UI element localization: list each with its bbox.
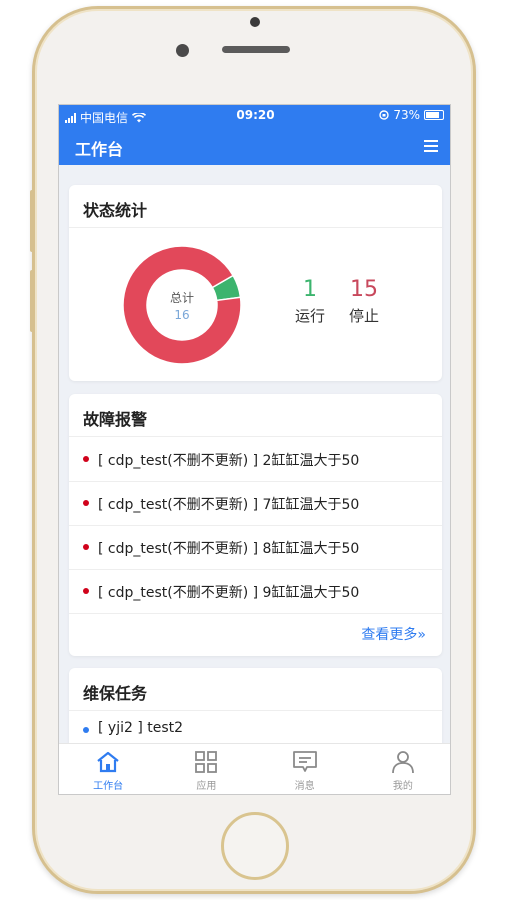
alarm-divider-4 [69, 613, 442, 614]
alarm-item[interactable]: [ cdp_test(不删不更新) ] 9缸缸温大于50 [69, 569, 442, 613]
page-title: 工作台 [75, 140, 124, 159]
alarm-item-text: [ cdp_test(不删不更新) ] 8缸缸温大于50 [98, 541, 360, 557]
alarm-card: 故障报警 [ cdp_test(不删不更新) ] 2缸缸温大于50 [ cdp_… [69, 394, 442, 656]
battery-icon [424, 110, 444, 120]
alarm-item[interactable]: [ cdp_test(不删不更新) ] 7缸缸温大于50 [69, 481, 442, 525]
alarm-item-text: [ cdp_test(不删不更新) ] 2缸缸温大于50 [98, 453, 360, 469]
alarm-item-text: [ cdp_test(不删不更新) ] 9缸缸温大于50 [98, 585, 360, 601]
status-card-divider [69, 227, 442, 228]
alarm-dot-icon [83, 588, 89, 594]
view-more-link[interactable]: 查看更多» [361, 624, 426, 644]
earpiece-speaker [222, 46, 290, 53]
alarm-card-title: 故障报警 [83, 410, 148, 429]
running-count: 1 [303, 277, 317, 302]
grid-icon [195, 751, 218, 773]
front-camera [176, 44, 189, 57]
rotation-lock-icon [379, 110, 390, 120]
user-icon [391, 751, 414, 774]
battery-percent: 73% [393, 108, 420, 122]
volume-up-button [30, 190, 35, 252]
message-icon [292, 751, 317, 772]
alarm-dot-icon [83, 544, 89, 550]
front-sensor [250, 17, 260, 27]
maintenance-card-title: 维保任务 [83, 684, 148, 703]
tab-mine[interactable]: 我的 [354, 744, 450, 794]
bottom-tab-bar: 工作台 应用 消息 我的 [59, 743, 450, 794]
alarm-item[interactable]: [ cdp_test(不删不更新) ] 2缸缸温大于50 [69, 437, 442, 481]
phone-screen: 中国电信 09:20 73% 工作台 状态统计 总计 16 1 运行 15 停止… [58, 104, 451, 795]
maintenance-divider [69, 710, 442, 711]
tab-label: 我的 [392, 781, 413, 792]
donut-total-value: 16 [174, 308, 190, 322]
home-icon [97, 751, 119, 773]
tab-workbench[interactable]: 工作台 [59, 744, 157, 794]
tab-messages[interactable]: 消息 [256, 744, 354, 794]
tab-label: 工作台 [93, 781, 124, 792]
task-item-text[interactable]: [ yji2 ] test2 [98, 720, 183, 736]
running-label: 运行 [294, 307, 325, 325]
tab-label: 应用 [196, 781, 217, 792]
donut-total-label: 总计 [169, 291, 194, 305]
alarm-item[interactable]: [ cdp_test(不删不更新) ] 8缸缸温大于50 [69, 525, 442, 569]
menu-icon[interactable] [424, 140, 438, 152]
tab-label: 消息 [294, 781, 315, 792]
task-dot-icon [83, 727, 89, 733]
tab-apps[interactable]: 应用 [157, 744, 255, 794]
status-card-title: 状态统计 [83, 201, 148, 220]
alarm-item-text: [ cdp_test(不删不更新) ] 7缸缸温大于50 [98, 497, 360, 513]
status-card: 状态统计 总计 16 1 运行 15 停止 [69, 185, 442, 381]
alarm-dot-icon [83, 456, 89, 462]
status-bar: 中国电信 09:20 73% [59, 105, 450, 127]
stopped-label: 停止 [348, 307, 379, 325]
alarm-dot-icon [83, 500, 89, 506]
volume-down-button [30, 270, 35, 332]
app-header: 工作台 [59, 127, 450, 165]
stopped-count: 15 [350, 277, 378, 302]
home-button[interactable] [221, 812, 289, 880]
